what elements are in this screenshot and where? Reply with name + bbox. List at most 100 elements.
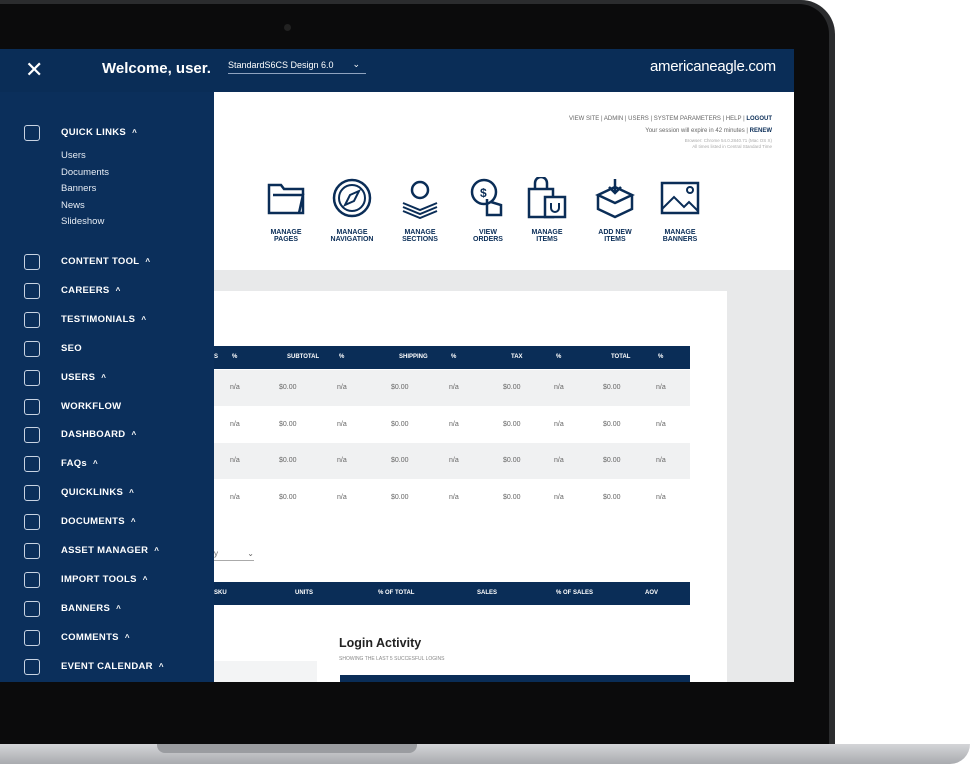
link-system-parameters[interactable]: SYSTEM PARAMETERS: [654, 116, 721, 122]
table-cell: n/a: [656, 384, 666, 391]
sidebar-item-label: EVENT CALENDAR: [61, 660, 153, 672]
table-cell: $0.00: [503, 493, 521, 501]
login-activity-title: Login Activity: [339, 636, 422, 650]
site-select[interactable]: StandardS6CS Design 6.0 ⌄: [228, 59, 366, 74]
table-cell: n/a: [337, 384, 347, 391]
sidebar-item-label: QUICK LINKS: [61, 127, 127, 138]
caret-up-icon: ^: [131, 430, 137, 440]
filter-select[interactable]: y ⌄: [214, 549, 254, 561]
sidebar-item-label: CAREERS: [61, 284, 110, 296]
screen: VIEW SITE | ADMIN | USERS | SYSTEM PARAM…: [0, 49, 794, 682]
sidebar-item-content-tool[interactable]: CONTENT TOOL ^: [61, 256, 150, 267]
sidebar-item-users[interactable]: USERS ^: [61, 372, 106, 383]
caret-up-icon: ^: [145, 257, 151, 266]
caret-up-icon: ^: [154, 546, 160, 555]
table-row: n/a $0.00 n/a $0.00 n/a $0.00 n/a $0.00 n/a: [214, 406, 690, 443]
table-cell: n/a: [656, 493, 666, 501]
quick-link-documents[interactable]: Documents: [61, 167, 109, 178]
table-cell: n/a: [656, 420, 666, 428]
sidebar-item-asset-manager[interactable]: ASSET MANAGER ^: [61, 545, 159, 556]
table-cell: $0.00: [391, 384, 409, 391]
careers-icon: [24, 282, 40, 299]
column-header: %: [658, 354, 664, 360]
caret-up-icon: ^: [116, 603, 122, 613]
sidebar-item-quicklinks[interactable]: QUICKLINKS ^: [61, 487, 134, 498]
link-view-site[interactable]: VIEW SITE: [569, 116, 599, 122]
sidebar-item-careers[interactable]: CAREERS ^: [61, 285, 121, 296]
link-help[interactable]: HELP: [726, 116, 742, 122]
table-cell: n/a: [449, 420, 459, 428]
sidebar-item-import-tools[interactable]: IMPORT TOOLS ^: [61, 574, 148, 585]
sidebar-item-banners[interactable]: BANNERS ^: [61, 603, 121, 614]
sidebar-item-faqs[interactable]: FAQs ^: [61, 458, 98, 469]
welcome-text: Welcome, user.: [102, 60, 211, 77]
sidebar-item-label: DASHBOARD: [61, 429, 126, 441]
caret-up-icon: ^: [142, 574, 148, 584]
column-header: SUBTOTAL: [287, 354, 320, 360]
sidebar-item-testimonials[interactable]: TESTIMONIALS ^: [61, 314, 146, 325]
tile-label-1: MANAGE: [664, 229, 696, 236]
table-cell: n/a: [337, 493, 347, 501]
comments-icon: [24, 629, 40, 646]
documents-icon: [24, 514, 40, 531]
sidebar: QUICK LINKS ^ Users Documents Banners News Sli…: [0, 92, 214, 682]
site-select-value: StandardS6CS Design 6.0: [228, 60, 334, 70]
faqs-icon: [24, 456, 40, 473]
table-cell: n/a: [230, 384, 240, 391]
sidebar-item-workflow[interactable]: WORKFLOW: [61, 401, 121, 412]
sidebar-item-label: BANNERS: [61, 602, 111, 614]
link-admin[interactable]: ADMIN: [604, 116, 623, 122]
sidebar-item-label: USERS: [61, 371, 96, 383]
table-cell: $0.00: [503, 420, 521, 428]
table-cell: $0.00: [279, 457, 297, 464]
sidebar-item-label: COMMENTS: [61, 631, 119, 643]
caret-up-icon: ^: [129, 488, 135, 498]
quick-link-slideshow[interactable]: Slideshow: [61, 216, 104, 227]
link-users[interactable]: USERS: [628, 116, 649, 122]
caret-up-icon: ^: [158, 661, 164, 671]
table-cell: n/a: [449, 493, 459, 501]
top-bar: ✕ Welcome, user. StandardS6CS Design 6.0…: [0, 49, 794, 92]
sidebar-item-event-calendar[interactable]: EVENT CALENDAR ^: [61, 661, 164, 672]
column-header: TAX: [511, 354, 523, 360]
table-cell: n/a: [230, 420, 240, 428]
sidebar-item-label: SEO: [61, 342, 82, 354]
table-cell: $0.00: [391, 493, 409, 501]
tile-manage-banners[interactable]: MANAGE BANNERS: [640, 177, 720, 243]
column-header: AOV: [645, 590, 659, 596]
caret-up-icon: ^: [132, 128, 138, 137]
workflow-icon: [24, 398, 40, 415]
camera: [284, 24, 291, 31]
tile-label-2: BANNERS: [662, 236, 698, 243]
quick-link-banners[interactable]: Banners: [61, 183, 96, 194]
compass-icon: [332, 178, 372, 218]
quick-link-news[interactable]: News: [61, 200, 85, 211]
sidebar-item-label: QUICKLINKS: [61, 487, 124, 499]
table-cell: $0.00: [603, 457, 621, 464]
login-activity-subtitle: SHOWING THE LAST 5 SUCCESFUL LOGINS: [339, 656, 445, 662]
sidebar-item-seo[interactable]: SEO: [61, 343, 82, 354]
sidebar-item-comments[interactable]: COMMENTS ^: [61, 632, 130, 643]
laptop-base: [0, 744, 970, 764]
filter-value: y: [214, 549, 218, 558]
logout-link[interactable]: LOGOUT: [746, 116, 772, 122]
sidebar-item-quick-links[interactable]: QUICK LINKS ^: [61, 127, 137, 138]
brand-logo: americaneagle.com: [650, 58, 776, 75]
sidebar-item-dashboard[interactable]: DASHBOARD ^: [61, 429, 136, 440]
renew-link[interactable]: RENEW: [750, 128, 772, 134]
table-cell: $0.00: [603, 420, 621, 428]
table-cell: n/a: [337, 420, 347, 428]
column-header: TOTAL: [611, 354, 631, 360]
sidebar-item-documents[interactable]: DOCUMENTS ^: [61, 516, 136, 527]
table-cell: $0.00: [391, 420, 409, 428]
table-cell: n/a: [656, 457, 666, 464]
chevron-down-icon: ⌄: [352, 59, 360, 69]
close-icon[interactable]: ✕: [25, 57, 43, 83]
table-cell: n/a: [230, 457, 240, 464]
quick-link-users[interactable]: Users: [61, 150, 86, 161]
laptop-notch: [157, 744, 417, 753]
table-cell: n/a: [230, 493, 240, 501]
column-header: %: [556, 354, 562, 360]
side-panel: [214, 661, 317, 682]
sidebar-item-label: FAQs: [61, 458, 88, 470]
